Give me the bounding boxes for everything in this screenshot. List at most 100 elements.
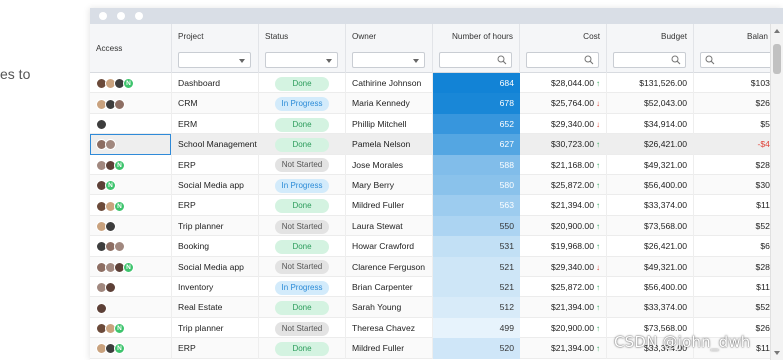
owner-cell[interactable]: Phillip Mitchell [346,113,433,135]
header-balance[interactable]: Balan [694,24,770,73]
table-row[interactable]: Trip planner Not Started Laura Stewat 550 $2… [90,215,770,237]
budget-cell[interactable]: $73,568.00 [607,215,694,237]
owner-cell[interactable]: Mildred Fuller [346,338,433,359]
owner-cell[interactable]: Howar Crawford [346,236,433,257]
project-cell[interactable]: Trip planner [172,215,259,237]
cost-cell[interactable]: $21,168.00 ↑ [520,154,607,175]
access-cell[interactable]: N [90,317,172,339]
hours-cell[interactable]: 521 [433,256,520,277]
hours-cell[interactable]: 521 [433,277,520,298]
budget-cell[interactable]: $33,374.00 [607,195,694,216]
access-cell[interactable] [90,113,172,135]
budget-cell[interactable]: $56,400.00 [607,277,694,298]
owner-cell[interactable]: Sarah Young [346,297,433,318]
cost-cell[interactable]: $20,900.00 ↑ [520,215,607,237]
owner-cell[interactable]: Mildred Fuller [346,195,433,216]
status-cell[interactable]: In Progress [259,277,346,298]
budget-cell[interactable]: $26,421.00 [607,236,694,257]
project-cell[interactable]: Inventory [172,277,259,298]
cost-cell[interactable]: $25,872.00 ↑ [520,175,607,196]
project-cell[interactable]: Social Media app [172,256,259,277]
vertical-scrollbar[interactable] [770,24,783,360]
owner-cell[interactable]: Cathirine Johnson [346,73,433,94]
project-cell[interactable]: ERM [172,113,259,135]
balance-cell[interactable]: -$4,302. [694,134,770,154]
hours-cell[interactable]: 499 [433,317,520,339]
owner-cell[interactable]: Clarence Ferguson [346,256,433,277]
hours-cell[interactable]: 652 [433,113,520,135]
hours-cell[interactable]: 531 [433,236,520,257]
status-cell[interactable]: In Progress [259,93,346,114]
hours-cell[interactable]: 563 [433,195,520,216]
header-hours[interactable]: Number of hours [433,24,520,73]
hours-cell[interactable]: 580 [433,175,520,196]
cost-cell[interactable]: $29,340.00 ↓ [520,113,607,135]
balance-filter-input[interactable] [700,52,770,68]
status-cell[interactable]: Done [259,236,346,257]
status-filter-dropdown[interactable] [265,52,338,68]
cost-cell[interactable]: $25,764.00 ↓ [520,93,607,114]
cost-cell[interactable]: $21,394.00 ↑ [520,338,607,359]
status-cell[interactable]: Not Started [259,215,346,237]
project-filter-dropdown[interactable] [178,52,251,68]
hours-cell[interactable]: 684 [433,73,520,94]
access-cell[interactable]: N [90,175,172,196]
access-cell[interactable]: N [90,195,172,216]
owner-cell[interactable]: Pamela Nelson [346,134,433,155]
scroll-up-icon[interactable] [774,29,780,33]
table-row[interactable]: Booking Done Howar Crawford 531 $19,968.00 ↑ $… [90,236,770,257]
budget-cell[interactable]: $52,043.00 [607,93,694,114]
project-cell[interactable]: CRM [172,93,259,114]
status-cell[interactable]: Done [259,297,346,318]
hours-cell[interactable]: 512 [433,297,520,318]
cost-cell[interactable]: $30,723.00 ↑ [520,134,607,155]
project-cell[interactable]: School Management [172,134,259,155]
owner-cell[interactable]: Laura Stewat [346,215,433,237]
table-row[interactable]: N Social Media app Not Started Clarence Fer… [90,256,770,277]
access-cell[interactable] [90,236,172,257]
header-status[interactable]: Status [259,24,346,73]
cost-cell[interactable]: $29,340.00 ↓ [520,256,607,277]
status-cell[interactable]: Done [259,134,346,155]
cost-filter-input[interactable] [526,52,599,68]
hours-cell[interactable]: 627 [433,134,520,155]
owner-cell[interactable]: Jose Morales [346,154,433,175]
access-cell[interactable] [90,277,172,298]
budget-cell[interactable]: $131,526.00 [607,73,694,94]
budget-cell[interactable]: $26,421.00 [607,134,694,155]
access-cell[interactable]: N [90,154,172,175]
table-row[interactable]: ERM Done Phillip Mitchell 652 $29,340.00 ↓ $34… [90,113,770,135]
project-cell[interactable]: ERP [172,195,259,216]
hours-cell[interactable]: 520 [433,338,520,359]
project-cell[interactable]: ERP [172,154,259,175]
status-cell[interactable]: In Progress [259,175,346,196]
balance-cell[interactable]: $103,482. [694,73,770,93]
status-cell[interactable]: Not Started [259,256,346,277]
project-cell[interactable]: Dashboard [172,73,259,94]
header-access[interactable]: Access [90,24,172,73]
balance-cell[interactable]: $26,279. [694,93,770,113]
access-cell[interactable] [90,297,172,318]
header-project[interactable]: Project [172,24,259,73]
budget-filter-input[interactable] [613,52,686,68]
table-row[interactable]: N Social Media app In Progress Mary Berry 58… [90,175,770,196]
header-cost[interactable]: Cost [520,24,607,73]
cost-cell[interactable]: $19,968.00 ↑ [520,236,607,257]
status-cell[interactable]: Done [259,73,346,94]
balance-cell[interactable]: $11,980. [694,277,770,297]
project-cell[interactable]: Real Estate [172,297,259,318]
balance-cell[interactable]: $52,668. [694,297,770,317]
hours-cell[interactable]: 678 [433,93,520,114]
cost-cell[interactable]: $25,872.00 ↑ [520,277,607,298]
owner-cell[interactable]: Brian Carpenter [346,277,433,298]
status-cell[interactable]: Done [259,338,346,359]
table-row[interactable]: N ERP Done Mildred Fuller 563 $21,394.00 ↑ $33,… [90,195,770,216]
balance-cell[interactable]: $52,668. [694,216,770,236]
status-cell[interactable]: Done [259,195,346,216]
access-cell[interactable] [90,215,172,237]
hours-cell[interactable]: 550 [433,215,520,237]
access-cell[interactable] [90,134,172,155]
owner-cell[interactable]: Maria Kennedy [346,93,433,114]
cost-cell[interactable]: $28,044.00 ↑ [520,73,607,94]
owner-cell[interactable]: Mary Berry [346,175,433,196]
